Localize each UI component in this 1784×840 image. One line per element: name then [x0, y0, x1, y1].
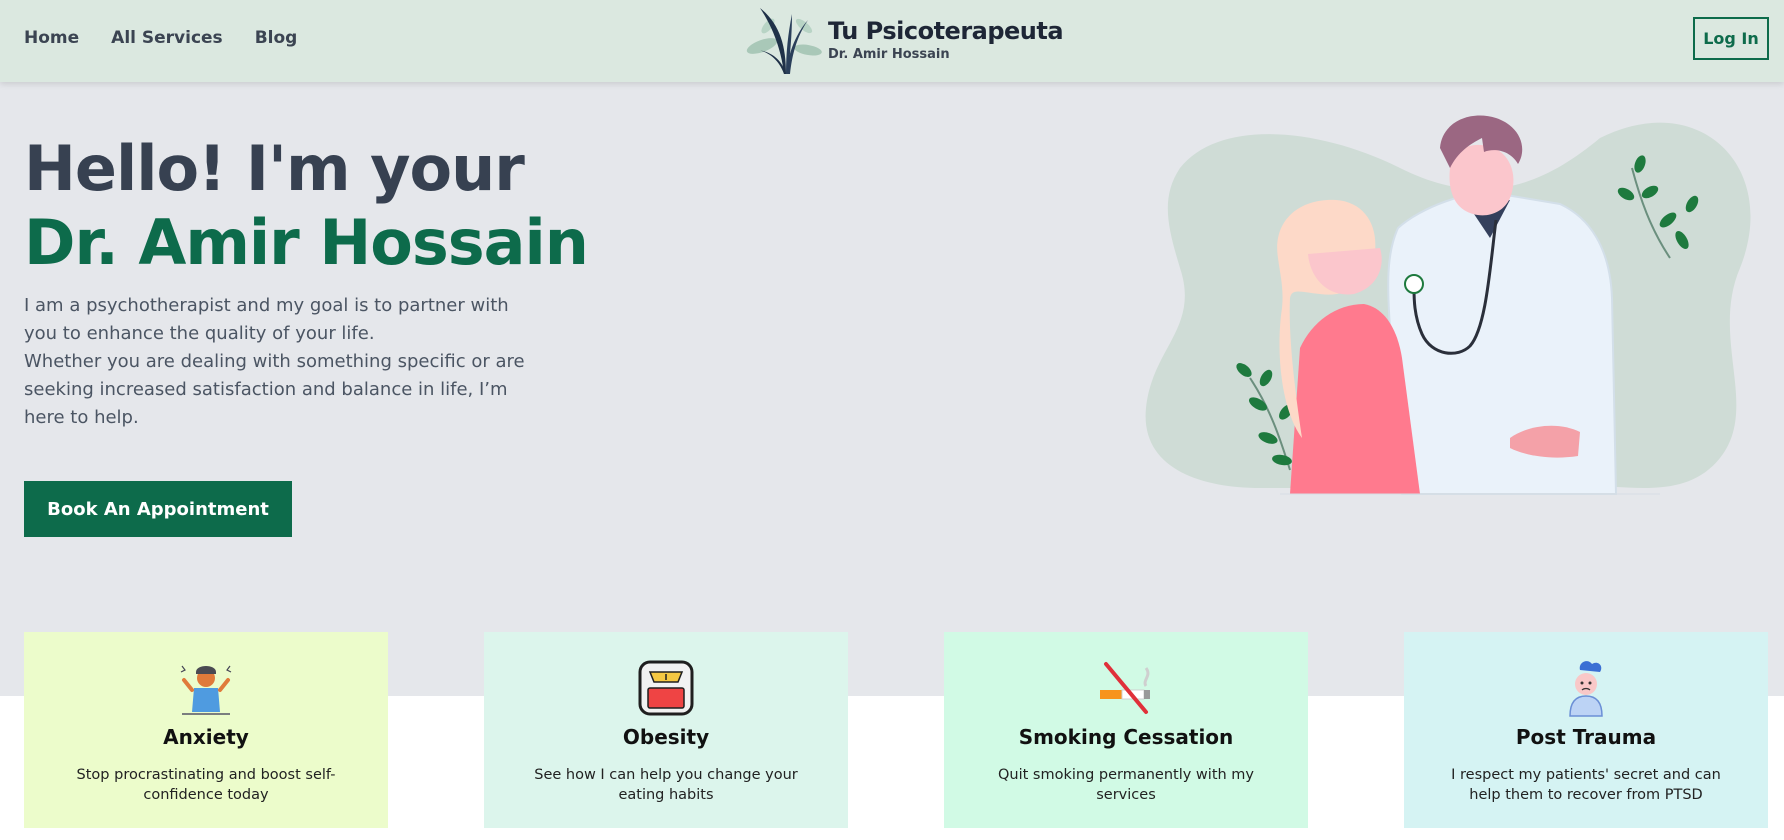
hero-title-doctor-name: Dr. Amir Hossain	[24, 206, 589, 279]
doctor-patient-illustration	[1145, 115, 1751, 495]
service-card-post-trauma[interactable]: Post Trauma I respect my patients' secre…	[1404, 632, 1768, 828]
nav-link-blog[interactable]: Blog	[255, 28, 298, 48]
service-desc-obesity: See how I can help you change your eatin…	[534, 767, 798, 803]
hero-description: I am a psychotherapist and my goal is to…	[24, 292, 544, 432]
brand-title: Tu Psicoterapeuta	[828, 16, 1064, 45]
anxious-person-icon	[180, 665, 232, 715]
service-desc-smoking-cessation: Quit smoking permanently with my service…	[997, 767, 1255, 803]
no-smoking-icon	[1100, 662, 1150, 714]
hero-title-line1: Hello! I'm your	[24, 132, 525, 205]
hero-title: Hello! I'm your Dr. Amir Hossain	[24, 132, 589, 280]
weighing-scale-icon	[638, 660, 694, 716]
brand[interactable]: Tu Psicoterapeuta Dr. Amir Hossain	[746, 2, 1064, 76]
hero-section: Hello! I'm your Dr. Amir Hossain I am a …	[0, 82, 1784, 696]
brand-subtitle: Dr. Amir Hossain	[828, 46, 950, 62]
service-title-obesity: Obesity	[622, 725, 710, 749]
nav-link-home[interactable]: Home	[24, 28, 79, 48]
service-title-post-trauma: Post Trauma	[1515, 725, 1657, 749]
service-title-smoking-cessation: Smoking Cessation	[1018, 725, 1234, 749]
login-button[interactable]: Log In	[1693, 17, 1769, 60]
main-nav: Home All Services Blog	[24, 28, 297, 48]
service-desc-post-trauma: I respect my patients' secret and can he…	[1451, 767, 1721, 803]
sad-person-cloud-icon	[1569, 661, 1603, 717]
service-card-obesity[interactable]: Obesity See how I can help you change yo…	[484, 632, 848, 828]
book-appointment-button[interactable]: Book An Appointment	[24, 481, 292, 537]
service-card-anxiety[interactable]: Anxiety Stop procrastinating and boost s…	[24, 632, 388, 828]
services-section: Anxiety Stop procrastinating and boost s…	[24, 632, 1770, 828]
nav-link-all-services[interactable]: All Services	[111, 28, 223, 48]
hero-paragraph-1: I am a psychotherapist and my goal is to…	[24, 295, 509, 344]
service-card-smoking-cessation[interactable]: Smoking Cessation Quit smoking permanent…	[944, 632, 1308, 828]
top-navbar: Home All Services Blog Tu Psicoterapeuta…	[0, 0, 1784, 82]
plant-logo-icon	[746, 8, 822, 74]
hero-paragraph-2: Whether you are dealing with something s…	[24, 351, 525, 428]
service-title-anxiety: Anxiety	[163, 725, 249, 749]
service-desc-anxiety: Stop procrastinating and boost self-conf…	[76, 767, 336, 803]
brand-text: Tu Psicoterapeuta Dr. Amir Hossain	[828, 16, 1064, 62]
